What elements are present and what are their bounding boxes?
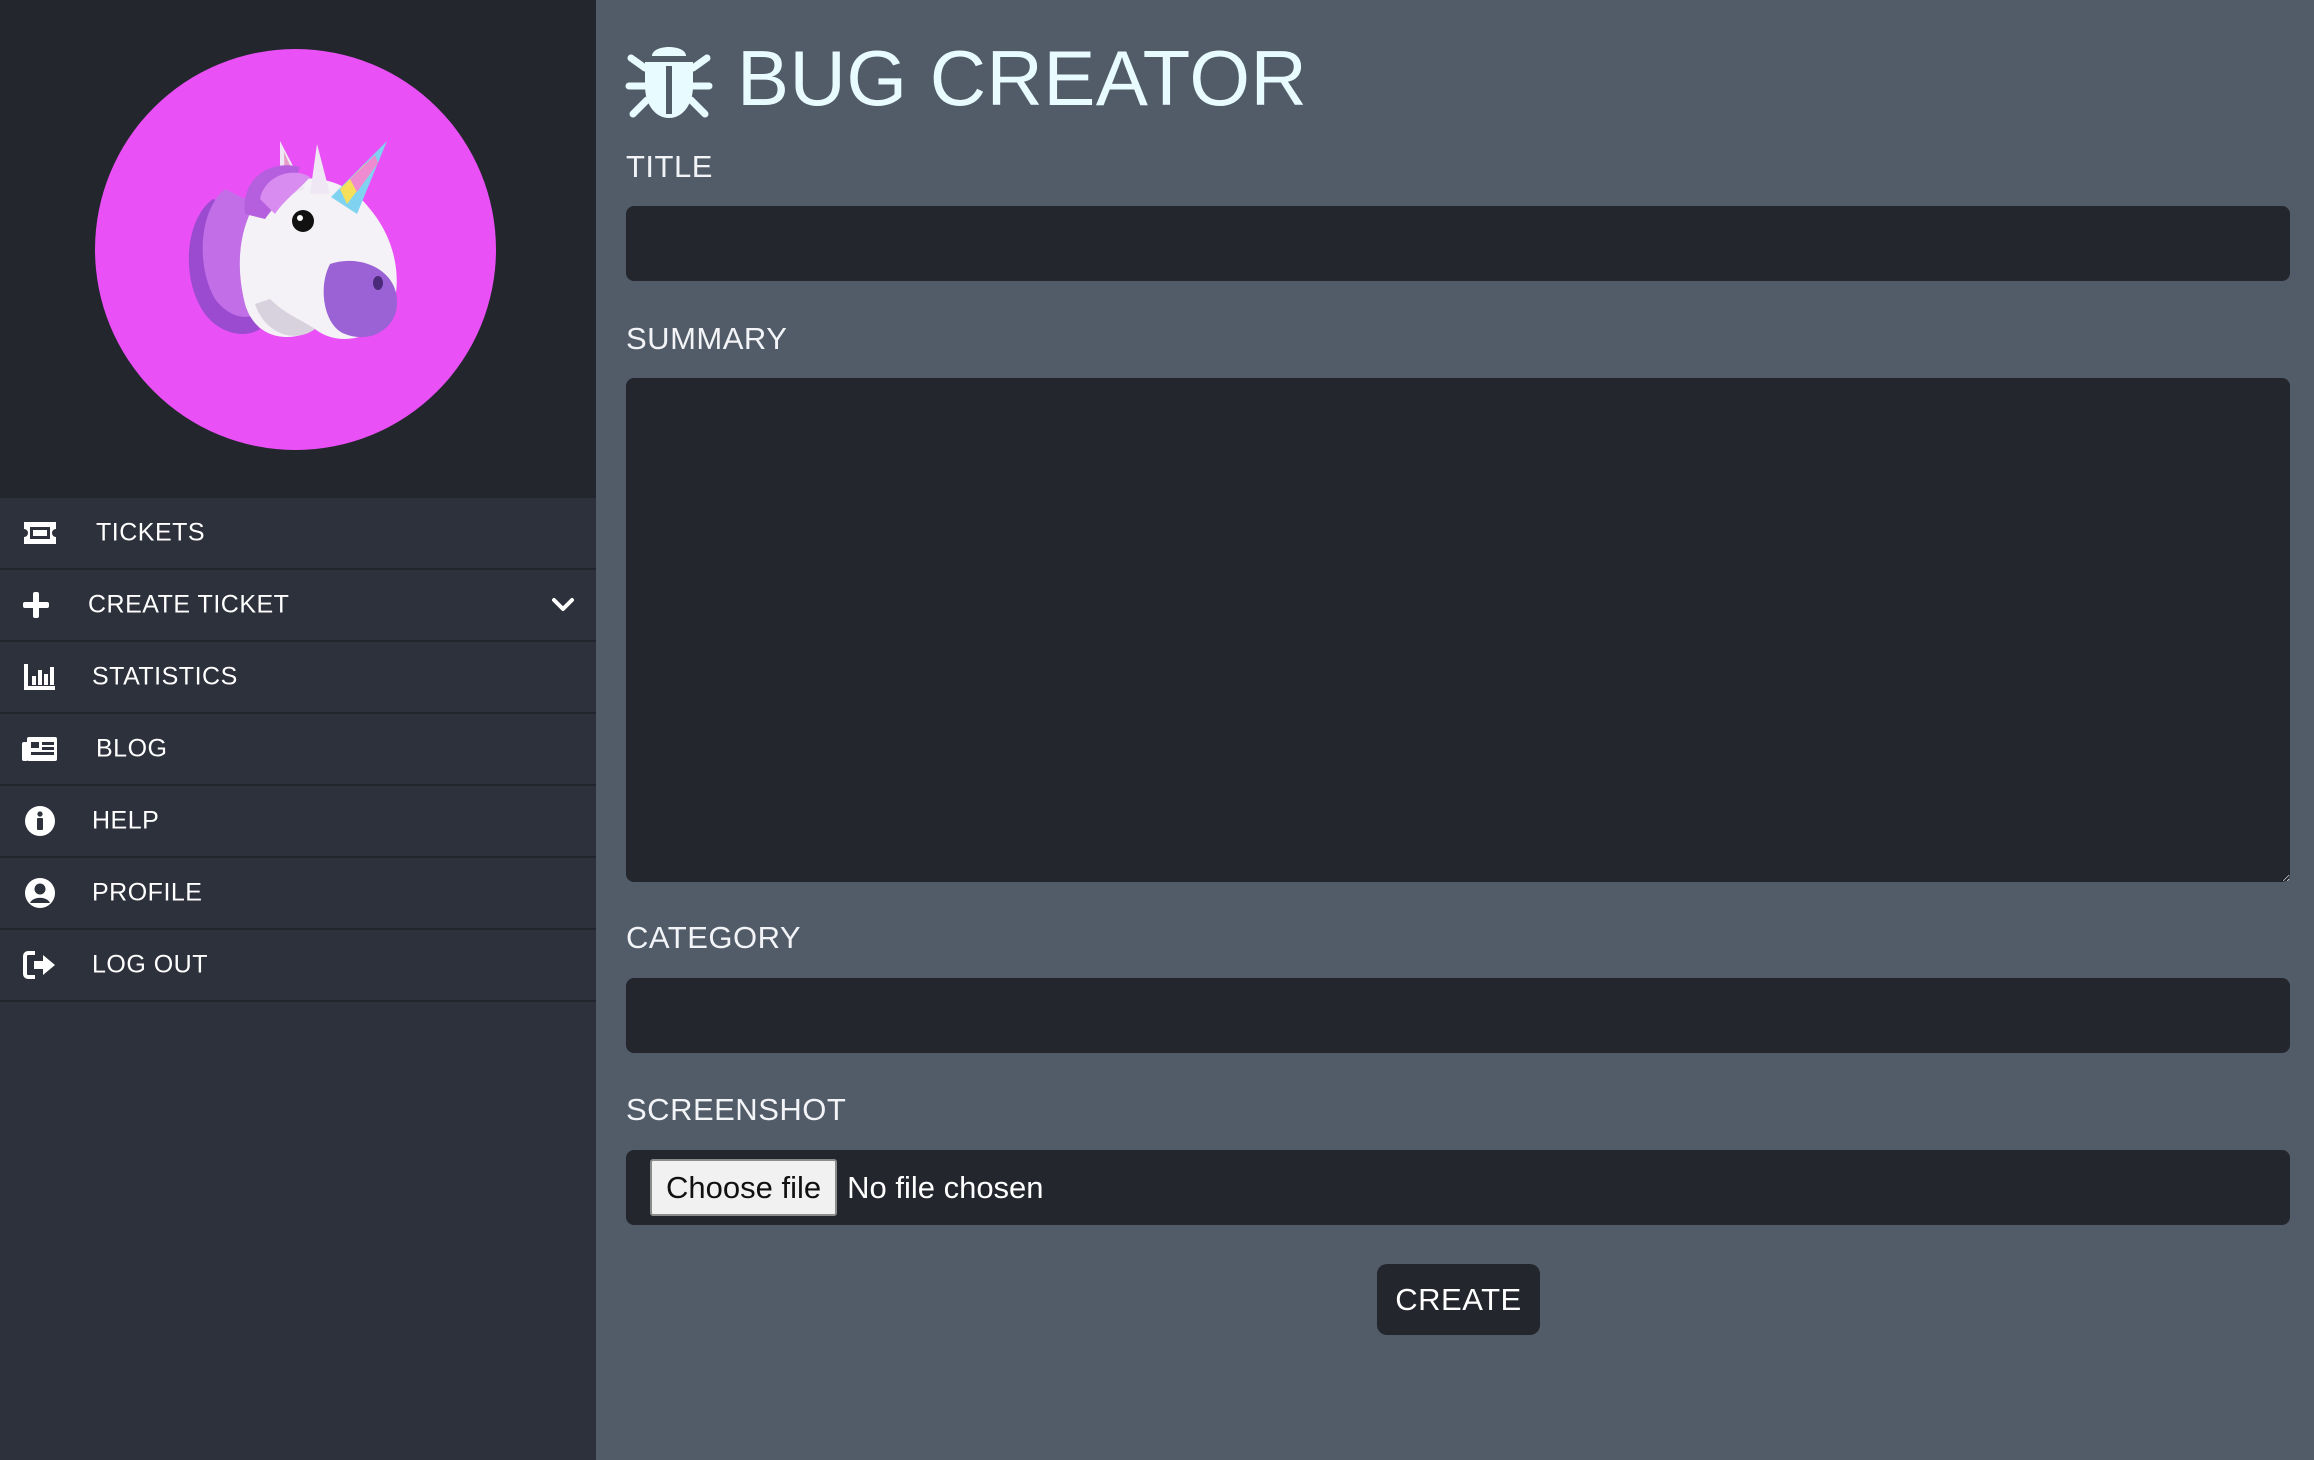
- sidebar-item-label: TICKETS: [96, 518, 206, 547]
- plus-icon: [16, 585, 56, 625]
- page-title: BUG CREATOR: [737, 33, 1308, 122]
- title-label: TITLE: [626, 149, 713, 184]
- user-circle-icon: [20, 873, 60, 913]
- sidebar-nav: TICKETS CREATE TICKET STATISTICS BLOG HE…: [0, 498, 596, 1002]
- sidebar-item-log-out[interactable]: LOG OUT: [0, 930, 596, 1002]
- choose-file-button[interactable]: Choose file: [650, 1159, 838, 1216]
- category-label: CATEGORY: [626, 920, 802, 955]
- sidebar-item-label: HELP: [92, 806, 160, 835]
- sidebar-item-label: PROFILE: [92, 878, 203, 907]
- chevron-down-icon[interactable]: [548, 590, 578, 620]
- sidebar-item-label: STATISTICS: [92, 662, 238, 691]
- sidebar-item-label: LOG OUT: [92, 950, 209, 979]
- page-header: BUG CREATOR: [625, 28, 1307, 128]
- chart-bar-icon: [20, 657, 60, 697]
- sidebar: TICKETS CREATE TICKET STATISTICS BLOG HE…: [0, 0, 596, 1460]
- avatar-area: [0, 0, 596, 498]
- info-circle-icon: [20, 801, 60, 841]
- ticket-icon: [20, 513, 60, 553]
- sidebar-item-help[interactable]: HELP: [0, 786, 596, 858]
- create-button[interactable]: CREATE: [1377, 1264, 1540, 1335]
- sidebar-item-profile[interactable]: PROFILE: [0, 858, 596, 930]
- sidebar-item-tickets[interactable]: TICKETS: [0, 498, 596, 570]
- main-content: BUG CREATOR TITLE SUMMARY CATEGORY SCREE…: [596, 0, 2314, 1460]
- sidebar-item-statistics[interactable]: STATISTICS: [0, 642, 596, 714]
- unicorn-icon: [188, 141, 398, 339]
- newspaper-icon: [20, 729, 60, 769]
- file-status: No file chosen: [847, 1169, 1044, 1205]
- sidebar-item-label: CREATE TICKET: [88, 590, 290, 619]
- summary-label: SUMMARY: [626, 321, 788, 356]
- screenshot-label: SCREENSHOT: [626, 1092, 847, 1127]
- avatar[interactable]: [95, 49, 496, 450]
- sign-out-icon: [20, 945, 60, 985]
- sidebar-item-label: BLOG: [96, 734, 168, 763]
- sidebar-item-create-ticket[interactable]: CREATE TICKET: [0, 570, 596, 642]
- sidebar-item-blog[interactable]: BLOG: [0, 714, 596, 786]
- title-input[interactable]: [626, 206, 2290, 281]
- summary-textarea[interactable]: [626, 378, 2290, 882]
- bug-icon: [625, 47, 713, 118]
- category-input[interactable]: [626, 978, 2290, 1053]
- app: TICKETS CREATE TICKET STATISTICS BLOG HE…: [0, 0, 2314, 1460]
- screenshot-file-input: Choose file No file chosen: [626, 1150, 2290, 1225]
